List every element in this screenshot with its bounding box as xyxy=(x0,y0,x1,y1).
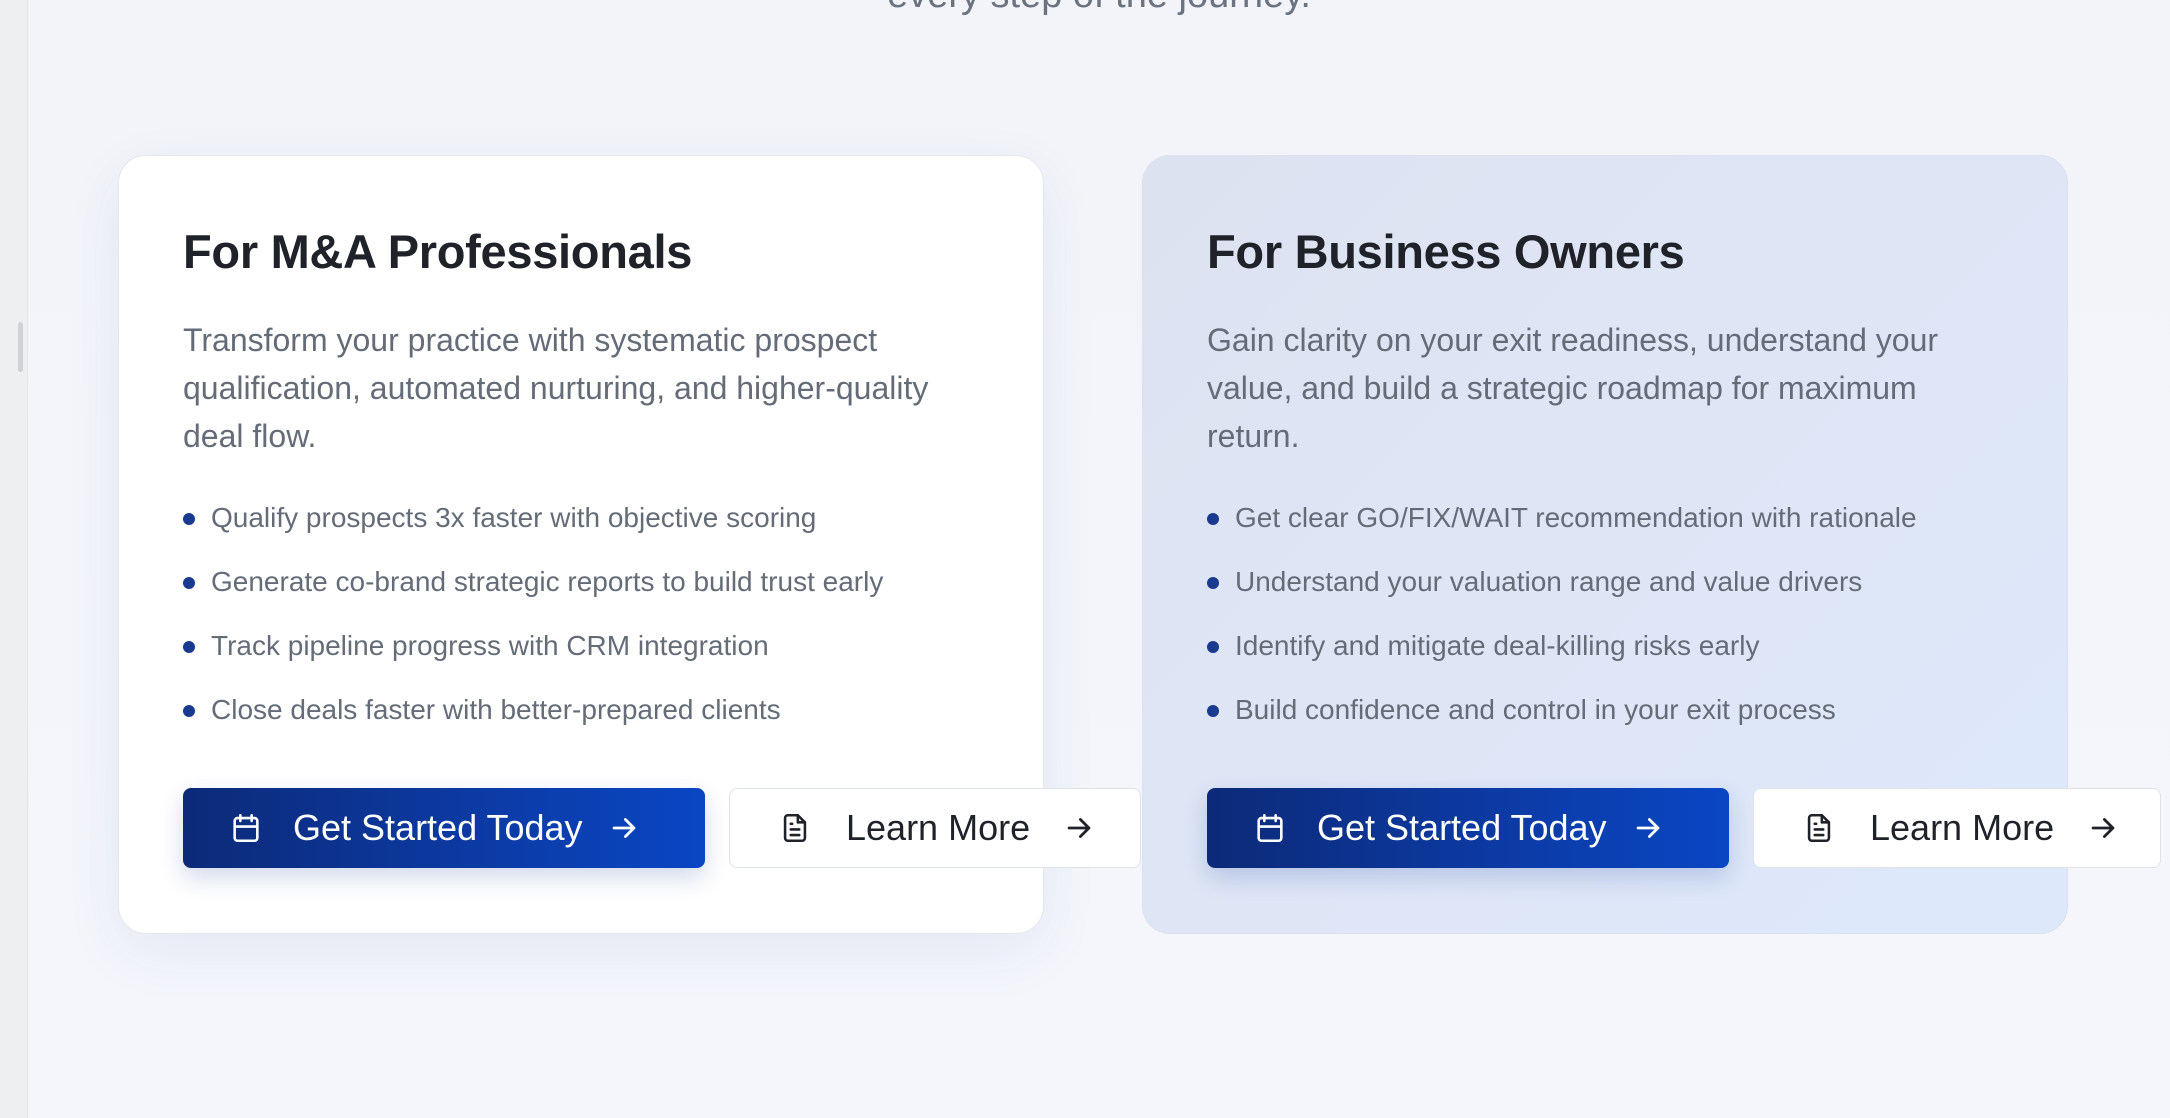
bullet-dot-icon xyxy=(1207,640,1219,653)
arrow-right-icon xyxy=(1631,811,1665,845)
list-item: Build confidence and control in your exi… xyxy=(1207,692,2003,756)
get-started-button[interactable]: Get Started Today xyxy=(1207,788,1729,868)
card-actions: Get Started Today Learn More xyxy=(183,788,1183,868)
resize-handle[interactable] xyxy=(18,322,23,372)
list-item-text: Build confidence and control in your exi… xyxy=(1235,693,1836,725)
list-item: Understand your valuation range and valu… xyxy=(1207,564,2003,628)
bullet-dot-icon xyxy=(1207,576,1219,589)
list-item: Get clear GO/FIX/WAIT recommendation wit… xyxy=(1207,500,2003,564)
list-item-text: Track pipeline progress with CRM integra… xyxy=(211,629,769,661)
bullet-dot-icon xyxy=(1207,512,1219,525)
learn-more-button[interactable]: Learn More xyxy=(729,788,1141,868)
benefit-list: Get clear GO/FIX/WAIT recommendation wit… xyxy=(1207,500,2003,756)
card-actions: Get Started Today Learn More xyxy=(1207,788,2170,868)
card-title: For M&A Professionals xyxy=(183,225,693,278)
list-item: Generate co-brand strategic reports to b… xyxy=(183,564,979,628)
browser-frame-left xyxy=(0,0,28,1118)
list-item-text: Qualify prospects 3x faster with objecti… xyxy=(211,501,817,533)
get-started-button[interactable]: Get Started Today xyxy=(183,788,705,868)
document-icon xyxy=(1802,811,1836,845)
list-item-text: Generate co-brand strategic reports to b… xyxy=(211,565,884,597)
get-started-label: Get Started Today xyxy=(1317,807,1607,848)
learn-more-button[interactable]: Learn More xyxy=(1753,788,2161,868)
calendar-icon xyxy=(229,811,263,845)
bullet-dot-icon xyxy=(183,576,195,589)
arrow-right-icon xyxy=(2086,811,2120,845)
list-item: Qualify prospects 3x faster with objecti… xyxy=(183,500,979,564)
list-item: Identify and mitigate deal-killing risks… xyxy=(1207,628,2003,692)
list-item-text: Get clear GO/FIX/WAIT recommendation wit… xyxy=(1235,501,1917,533)
card-business-owners: For Business Owners Gain clarity on your… xyxy=(1142,155,2161,934)
list-item-text: Close deals faster with better-prepared … xyxy=(211,693,781,725)
list-item: Track pipeline progress with CRM integra… xyxy=(183,628,979,692)
benefit-list: Qualify prospects 3x faster with objecti… xyxy=(183,500,979,756)
bullet-dot-icon xyxy=(183,640,195,653)
list-item-text: Identify and mitigate deal-killing risks… xyxy=(1235,629,1760,661)
card-title: For Business Owners xyxy=(1207,225,1685,278)
list-item-text: Understand your valuation range and valu… xyxy=(1235,565,1863,597)
get-started-label: Get Started Today xyxy=(293,807,583,848)
learn-more-label: Learn More xyxy=(1870,807,2055,848)
learn-more-label: Learn More xyxy=(846,807,1031,848)
bullet-dot-icon xyxy=(183,512,195,525)
list-item: Close deals faster with better-prepared … xyxy=(183,692,979,756)
document-icon xyxy=(778,811,812,845)
card-description: Gain clarity on your exit readiness, und… xyxy=(1207,321,1939,454)
arrow-right-icon xyxy=(1062,811,1096,845)
calendar-icon xyxy=(1253,811,1287,845)
card-description: Transform your practice with systematic … xyxy=(183,321,929,454)
section-subtitle: every step of the journey. xyxy=(28,0,2170,17)
bullet-dot-icon xyxy=(183,704,195,717)
arrow-right-icon xyxy=(607,811,641,845)
bullet-dot-icon xyxy=(1207,704,1219,717)
audience-section: every step of the journey. For M&A Profe… xyxy=(28,0,2170,1118)
card-ma-professionals: For M&A Professionals Transform your pra… xyxy=(118,155,1141,934)
